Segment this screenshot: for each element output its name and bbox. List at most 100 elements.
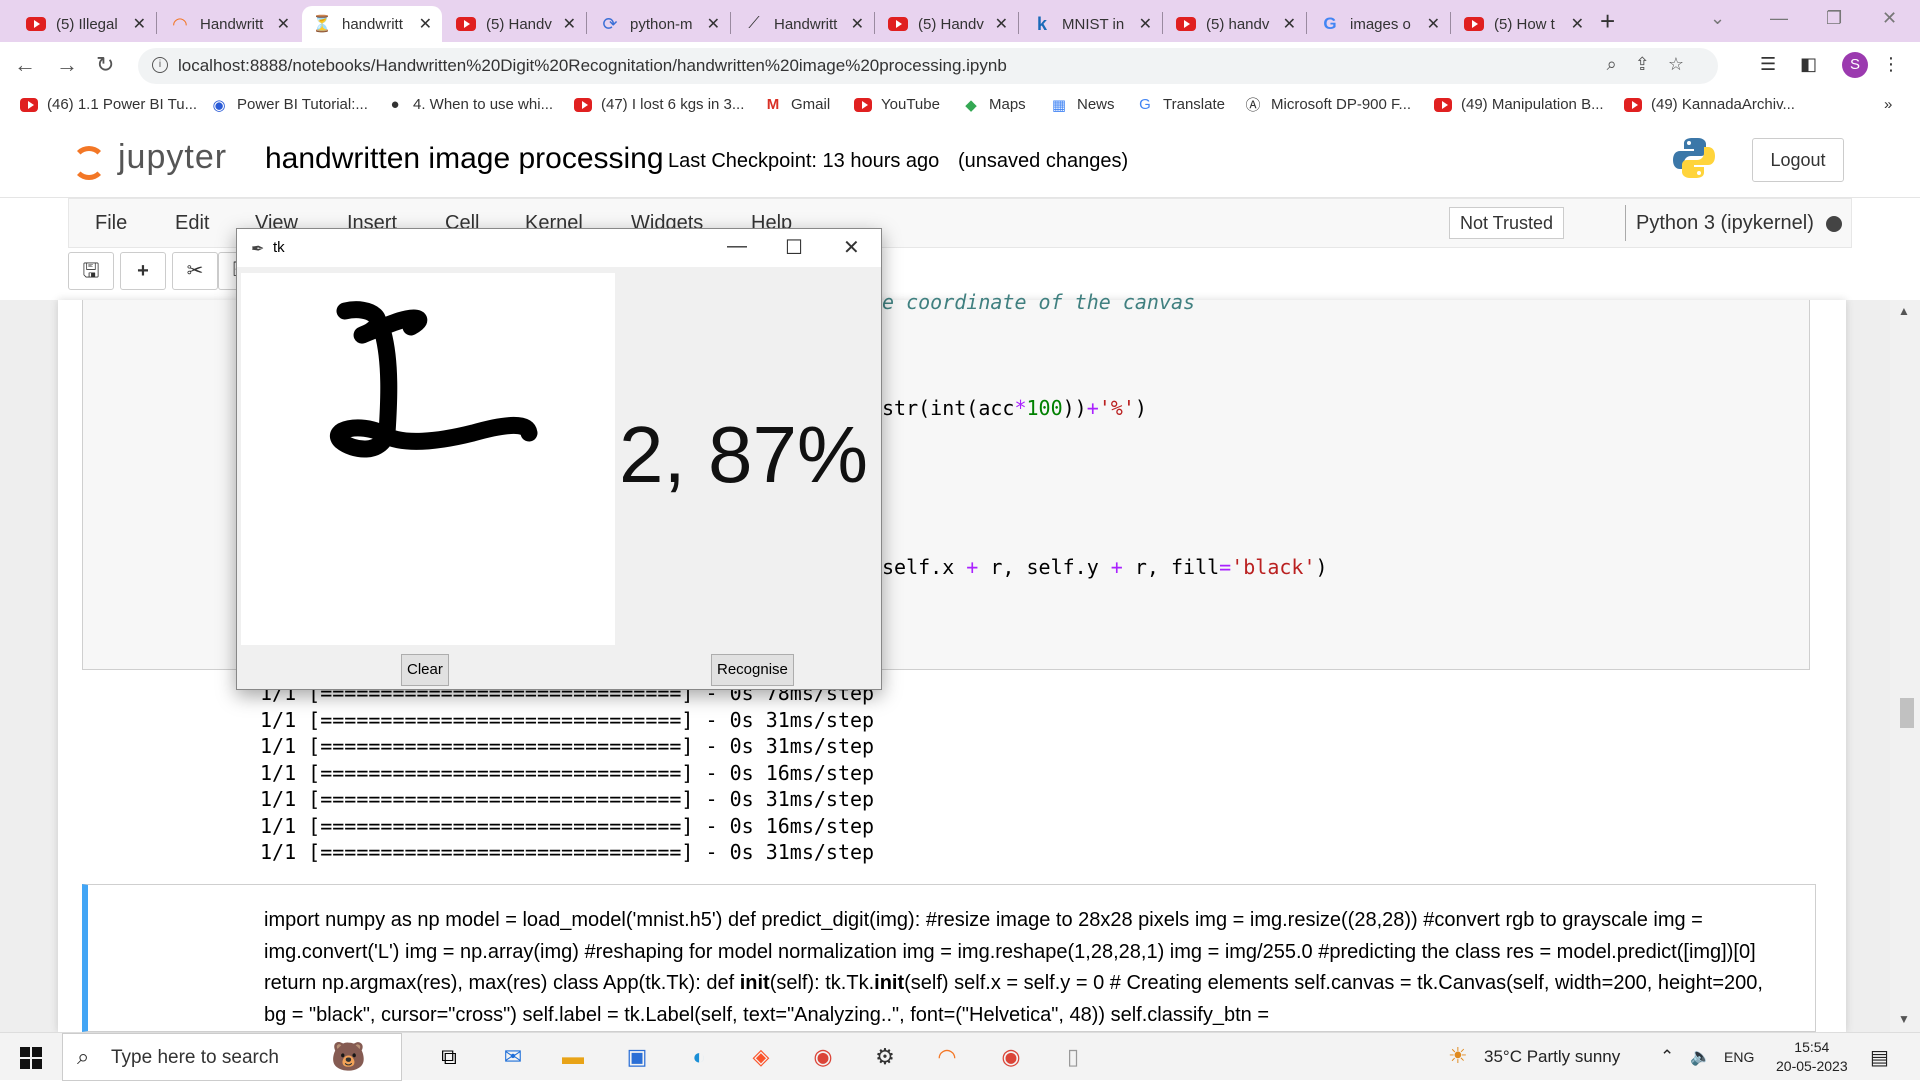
browser-tab-active[interactable]: ⏳ handwritt ✕ — [302, 6, 442, 42]
bookmark-item[interactable]: ▦ News — [1050, 96, 1115, 114]
volume-icon[interactable]: 🔈 — [1690, 1047, 1711, 1067]
notifications-icon[interactable]: ▤ — [1870, 1045, 1889, 1070]
side-panel-icon[interactable]: ◧ — [1800, 54, 1817, 75]
scroll-thumb[interactable] — [1900, 698, 1914, 728]
reload-icon[interactable]: ↻ — [96, 52, 114, 78]
clear-button[interactable]: Clear — [401, 654, 449, 686]
site-info-icon[interactable]: i — [152, 57, 168, 73]
menu-kebab-icon[interactable]: ⋮ — [1882, 54, 1900, 75]
bookmark-star-icon[interactable]: ☆ — [1668, 54, 1702, 74]
weather-text[interactable]: 35°C Partly sunny — [1484, 1047, 1620, 1067]
drawn-stroke — [330, 301, 538, 458]
share-icon[interactable]: ⇪ — [1635, 54, 1668, 74]
trust-button[interactable]: Not Trusted — [1449, 207, 1565, 239]
bookmark-item[interactable]: ◆ Maps — [962, 96, 1025, 114]
browser-tab[interactable]: (5) handv ✕ — [1166, 6, 1306, 42]
file-explorer-icon[interactable]: ▬ — [556, 1041, 590, 1073]
bookmark-item[interactable]: ● 4. When to use whi... — [386, 96, 553, 113]
bookmark-item[interactable]: G Translate — [1136, 96, 1225, 113]
bookmark-item[interactable]: M Gmail — [764, 96, 830, 113]
browser-tab[interactable]: (5) Handv ✕ — [446, 6, 586, 42]
recognise-button[interactable]: Recognise — [711, 654, 794, 686]
browser-tab[interactable]: ⟋ Handwritt ✕ — [734, 6, 874, 42]
gmail-icon: M — [766, 96, 780, 113]
close-tab-icon[interactable]: ✕ — [133, 14, 146, 34]
task-view-icon[interactable]: ⧉ — [432, 1041, 466, 1073]
tk-minimize-icon[interactable]: — — [727, 235, 747, 258]
output-line: 1/1 [==============================] - 0… — [260, 760, 875, 785]
bookmark-item[interactable]: (46) 1.1 Power BI Tu... — [20, 96, 197, 113]
close-tab-icon[interactable]: ✕ — [1427, 14, 1440, 34]
scroll-down-icon[interactable]: ▼ — [1898, 1012, 1910, 1026]
notebook-title[interactable]: handwritten image processing — [265, 142, 664, 176]
browser-tab[interactable]: (5) How t ✕ — [1454, 6, 1594, 42]
jupyter-logo[interactable]: jupyter — [72, 138, 227, 180]
system-clock[interactable]: 15:54 20-05-2023 — [1776, 1038, 1848, 1076]
back-icon[interactable]: ← — [14, 52, 36, 78]
save-icon[interactable]: 🖫 — [68, 252, 114, 290]
mail-icon[interactable]: ✉ — [496, 1041, 530, 1073]
taskbar-search[interactable]: ⌕ Type here to search 🐻 — [62, 1033, 402, 1081]
bookmark-item[interactable]: YouTube — [854, 96, 940, 113]
browser-tab[interactable]: k MNIST in ✕ — [1022, 6, 1162, 42]
tk-close-icon[interactable]: ✕ — [843, 235, 860, 260]
scroll-up-icon[interactable]: ▲ — [1898, 304, 1910, 318]
close-window-icon[interactable]: ✕ — [1882, 8, 1897, 29]
browser-tab[interactable]: ◠ Handwritt ✕ — [160, 6, 300, 42]
close-tab-icon[interactable]: ✕ — [1571, 14, 1584, 34]
bookmark-item[interactable]: (49) KannadaArchiv... — [1624, 96, 1795, 113]
output-line: 1/1 [==============================] - 0… — [260, 840, 875, 864]
cut-icon[interactable]: ✂ — [172, 252, 218, 290]
close-tab-icon[interactable]: ✕ — [707, 14, 720, 34]
bookmarks-overflow-icon[interactable]: » — [1884, 96, 1892, 113]
kernel-name[interactable]: Python 3 (ipykernel) — [1625, 205, 1814, 241]
tk-titlebar[interactable]: ✒ tk — ☐ ✕ — [237, 229, 881, 267]
new-tab-icon[interactable]: + — [1600, 6, 1615, 37]
globe-icon: ◉ — [212, 96, 226, 114]
profile-avatar[interactable]: S — [1842, 52, 1868, 78]
close-tab-icon[interactable]: ✕ — [851, 14, 864, 34]
menu-file[interactable]: File — [95, 212, 127, 235]
url-bar[interactable]: i localhost:8888/notebooks/Handwritten%2… — [138, 48, 1718, 84]
chrome-icon[interactable]: ◉ — [806, 1041, 840, 1073]
page-scrollbar[interactable]: ▲ ▼ — [1890, 300, 1920, 1032]
close-tab-icon[interactable]: ✕ — [1139, 14, 1152, 34]
restore-icon[interactable]: ❐ — [1826, 8, 1842, 29]
minimize-icon[interactable]: — — [1770, 8, 1788, 29]
edge-icon[interactable]: ◐ — [682, 1041, 716, 1073]
windows-start-icon[interactable] — [20, 1047, 42, 1069]
logout-button[interactable]: Logout — [1752, 138, 1844, 182]
brave-icon[interactable]: ◈ — [744, 1041, 778, 1073]
bookmark-item[interactable]: ◉ Power BI Tutorial:... — [210, 96, 367, 114]
jupyter-app-icon[interactable]: ◠ — [930, 1041, 964, 1073]
browser-tab[interactable]: ⟳ python-m ✕ — [590, 6, 730, 42]
menu-edit[interactable]: Edit — [175, 212, 209, 235]
chrome-profile-icon[interactable]: ◉ — [994, 1041, 1028, 1073]
zoom-icon[interactable]: ⌕ — [1607, 54, 1635, 74]
language-indicator[interactable]: ENG — [1724, 1049, 1754, 1065]
close-tab-icon[interactable]: ✕ — [277, 14, 290, 34]
windows-taskbar: ⌕ Type here to search 🐻 ⧉ ✉ ▬ ▣ ◐ ◈ ◉ ⚙ … — [0, 1032, 1920, 1081]
tab-search-icon[interactable]: ⌄ — [1710, 8, 1725, 29]
bookmark-item[interactable]: (47) I lost 6 kgs in 3... — [574, 96, 744, 113]
browser-tab[interactable]: (5) Illegal ✕ — [16, 6, 156, 42]
browser-tab[interactable]: G images o ✕ — [1310, 6, 1450, 42]
bookmark-item[interactable]: (49) Manipulation B... — [1434, 96, 1604, 113]
tray-chevron-icon[interactable]: ⌃ — [1660, 1047, 1674, 1067]
close-tab-icon[interactable]: ✕ — [419, 14, 432, 34]
blank-document-icon[interactable]: ▯ — [1056, 1041, 1090, 1073]
reading-list-icon[interactable]: ☰ — [1760, 54, 1776, 75]
bookmark-item[interactable]: Ⓐ Microsoft DP-900 F... — [1244, 96, 1411, 114]
settings-gear-icon[interactable]: ⚙ — [868, 1041, 902, 1073]
code-token: + — [1086, 396, 1099, 420]
forward-icon[interactable]: → — [56, 52, 78, 78]
drawing-canvas[interactable] — [241, 273, 615, 645]
insert-cell-icon[interactable]: + — [120, 252, 166, 290]
tk-maximize-icon[interactable]: ☐ — [785, 235, 803, 260]
store-icon[interactable]: ▣ — [620, 1041, 654, 1073]
close-tab-icon[interactable]: ✕ — [563, 14, 576, 34]
close-tab-icon[interactable]: ✕ — [1283, 14, 1296, 34]
markdown-cell[interactable]: import numpy as np model = load_model('m… — [82, 884, 1816, 1032]
close-tab-icon[interactable]: ✕ — [995, 14, 1008, 34]
browser-tab[interactable]: (5) Handv ✕ — [878, 6, 1018, 42]
